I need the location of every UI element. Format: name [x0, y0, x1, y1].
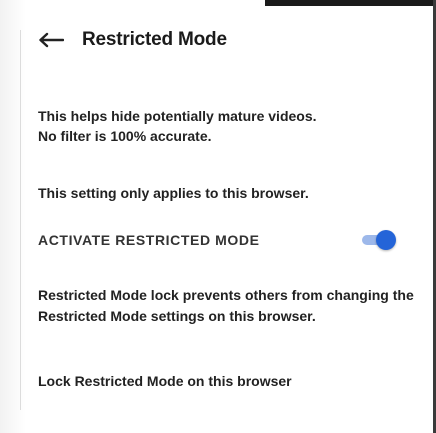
- lock-description: Restricted Mode lock prevents others fro…: [38, 287, 414, 324]
- lock-restricted-mode-link[interactable]: Lock Restricted Mode on this browser: [38, 371, 428, 391]
- left-divider: [20, 30, 21, 410]
- activate-label: ACTIVATE RESTRICTED MODE: [38, 232, 260, 248]
- page-title: Restricted Mode: [82, 29, 227, 50]
- panel-header: Restricted Mode: [36, 28, 227, 52]
- back-button[interactable]: [36, 28, 66, 52]
- description-line-2: No filter is 100% accurate.: [38, 128, 212, 144]
- description-text: This helps hide potentially mature video…: [38, 106, 418, 146]
- restricted-mode-screen: Restricted Mode This helps hide potentia…: [0, 0, 436, 433]
- description-line-1: This helps hide potentially mature video…: [38, 108, 317, 124]
- activate-restricted-mode-row: ACTIVATE RESTRICTED MODE: [38, 230, 398, 250]
- toggle-knob: [376, 230, 396, 250]
- restricted-mode-toggle[interactable]: [360, 230, 396, 250]
- arrow-left-icon: [39, 32, 64, 48]
- restricted-mode-panel: Restricted Mode This helps hide potentia…: [22, 6, 433, 433]
- browser-note: This setting only applies to this browse…: [38, 185, 309, 201]
